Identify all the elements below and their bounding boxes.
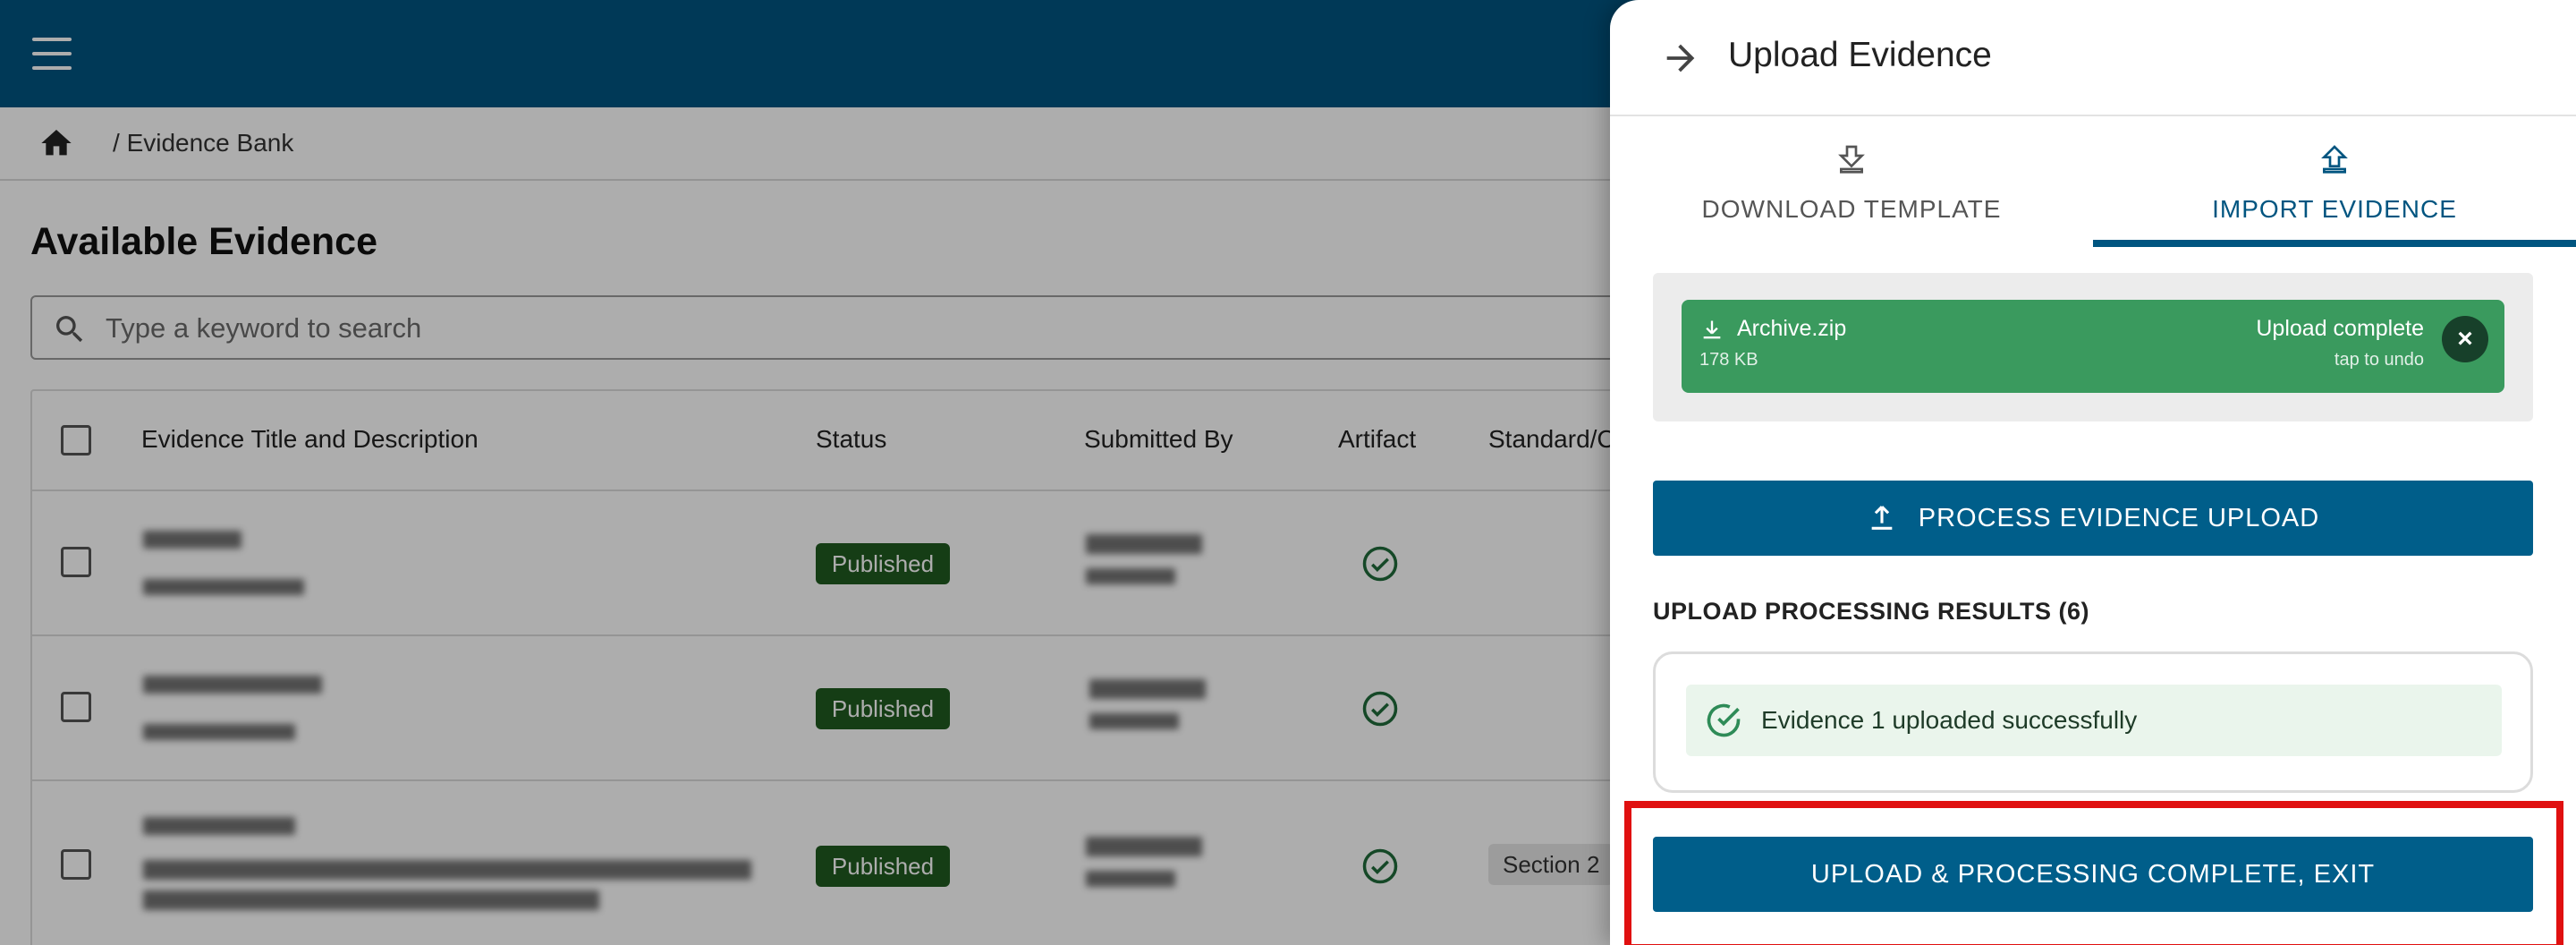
tab-label: IMPORT EVIDENCE xyxy=(2212,195,2457,223)
button-label: PROCESS EVIDENCE UPLOAD xyxy=(1918,503,2320,532)
upload-icon xyxy=(1871,506,1893,530)
close-icon: × xyxy=(2457,324,2473,353)
tab-download-template[interactable]: DOWNLOAD TEMPLATE xyxy=(1610,116,2093,247)
exit-button[interactable]: UPLOAD & PROCESSING COMPLETE, EXIT xyxy=(1653,837,2533,912)
button-label: UPLOAD & PROCESSING COMPLETE, EXIT xyxy=(1810,859,2376,889)
drawer-title: Upload Evidence xyxy=(1728,36,1992,74)
remove-file-button[interactable]: × xyxy=(2442,316,2488,362)
results-heading: UPLOAD PROCESSING RESULTS (6) xyxy=(1653,598,2090,625)
file-dropzone[interactable]: Archive.zip 178 KB Upload complete tap t… xyxy=(1653,273,2533,421)
result-text: Evidence 1 uploaded successfully xyxy=(1761,706,2138,734)
download-icon xyxy=(1703,320,1721,339)
file-name: Archive.zip xyxy=(1737,316,1847,341)
tab-label: DOWNLOAD TEMPLATE xyxy=(1701,195,2002,223)
upload-status: Upload complete xyxy=(2256,316,2424,341)
upload-evidence-drawer: Upload Evidence DOWNLOAD TEMPLATE IMPORT… xyxy=(1610,0,2576,945)
drawer-tabs: DOWNLOAD TEMPLATE IMPORT EVIDENCE xyxy=(1610,116,2576,247)
upload-icon xyxy=(2321,145,2348,174)
undo-hint[interactable]: tap to undo xyxy=(2334,350,2424,370)
results-list: Evidence 1 uploaded successfully xyxy=(1653,651,2533,793)
tab-import-evidence[interactable]: IMPORT EVIDENCE xyxy=(2093,116,2576,247)
success-check-icon xyxy=(1707,703,1741,737)
drawer-header: Upload Evidence xyxy=(1610,0,2576,116)
result-item: Evidence 1 uploaded successfully xyxy=(1686,685,2502,756)
uploaded-file-card[interactable]: Archive.zip 178 KB Upload complete tap t… xyxy=(1682,300,2504,393)
download-icon xyxy=(1838,145,1865,174)
arrow-right-icon[interactable] xyxy=(1660,38,1701,79)
file-size: 178 KB xyxy=(1699,350,1758,370)
process-evidence-upload-button[interactable]: PROCESS EVIDENCE UPLOAD xyxy=(1653,481,2533,556)
active-tab-indicator xyxy=(2093,240,2576,247)
